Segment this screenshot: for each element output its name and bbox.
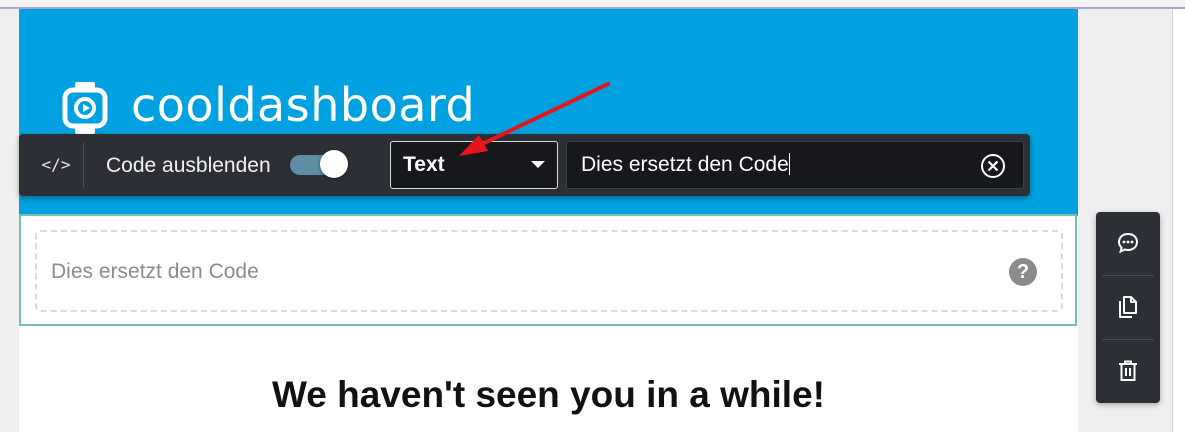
annotation-arrow-icon bbox=[459, 82, 610, 156]
